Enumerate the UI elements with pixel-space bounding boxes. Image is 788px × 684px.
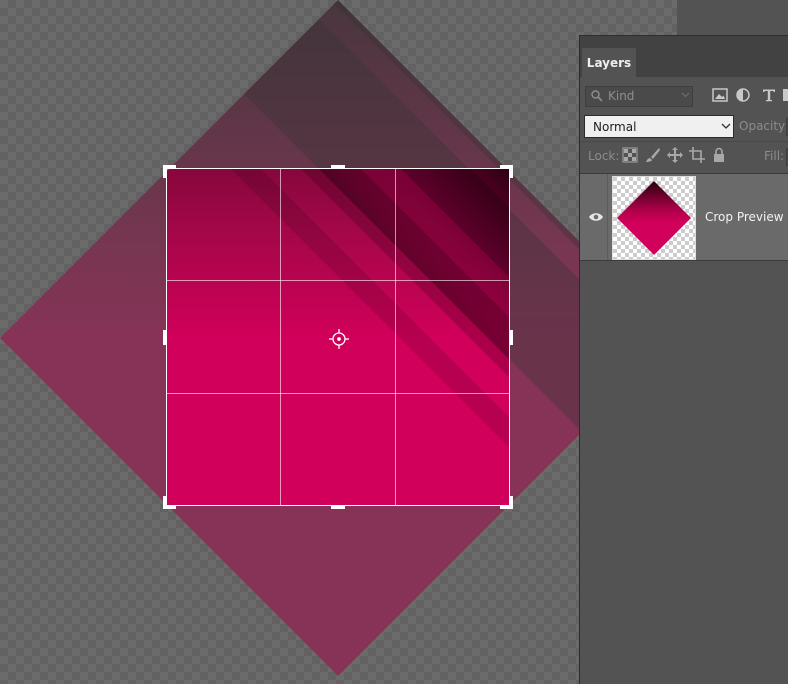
opacity-label: Opacity:	[739, 119, 788, 133]
visibility-divider	[607, 174, 608, 260]
adjustment-filter-icon[interactable]	[736, 88, 750, 102]
panel-tab-bar: Layers	[580, 35, 788, 78]
panel-divider	[580, 141, 788, 142]
fill-label: Fill:	[764, 149, 785, 163]
lock-transparent-pixels-icon[interactable]	[622, 147, 638, 163]
search-icon	[591, 90, 603, 102]
crop-area-highlight	[166, 168, 510, 506]
type-filter-icon[interactable]	[762, 88, 776, 102]
layers-panel: Layers Kind Normal Opacity: Lock: Fill: …	[579, 35, 788, 684]
blend-mode-select[interactable]: Normal	[584, 115, 734, 138]
tab-layers[interactable]: Layers	[582, 48, 636, 78]
blend-mode-value: Normal	[593, 120, 637, 134]
chevron-down-icon	[681, 92, 690, 98]
layer-row[interactable]: Crop Preview	[580, 173, 788, 261]
image-filter-icon[interactable]	[712, 88, 728, 102]
layer-name[interactable]: Crop Preview	[705, 210, 784, 224]
lock-artboard-icon[interactable]	[689, 147, 705, 163]
lock-all-icon[interactable]	[712, 147, 726, 163]
kind-filter-dropdown[interactable]: Kind	[585, 86, 693, 107]
lock-label: Lock:	[588, 149, 620, 163]
kind-filter-label: Kind	[608, 89, 635, 103]
shape-filter-icon[interactable]	[783, 88, 788, 102]
chevron-down-icon	[721, 123, 731, 129]
eye-icon[interactable]	[588, 211, 604, 223]
layer-thumbnail-image	[613, 177, 695, 259]
panel-dock-header	[677, 0, 788, 35]
lock-position-icon[interactable]	[667, 147, 683, 163]
lock-image-pixels-icon[interactable]	[645, 147, 661, 163]
layer-thumbnail[interactable]	[612, 176, 696, 260]
